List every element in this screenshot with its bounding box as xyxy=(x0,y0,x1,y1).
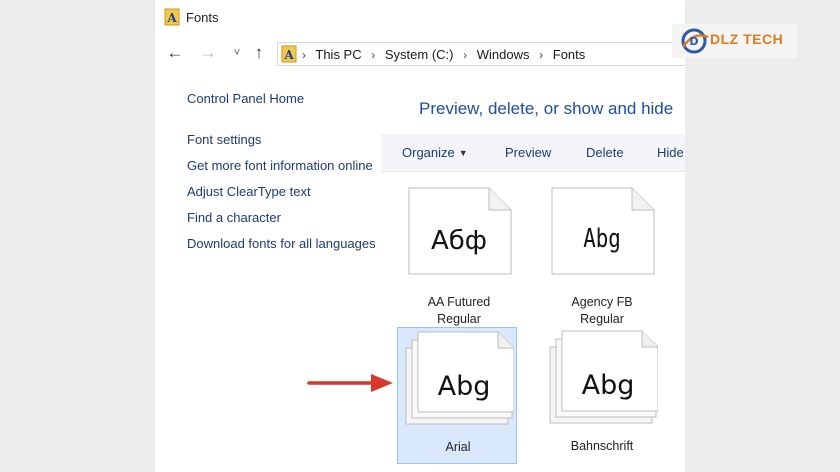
fonts-folder-icon: A xyxy=(281,45,297,63)
fonts-folder-icon: A xyxy=(164,8,180,26)
forward-arrow-icon[interactable]: → xyxy=(197,42,219,64)
control-panel-home-link[interactable]: Control Panel Home xyxy=(187,90,377,107)
breadcrumb-system-c[interactable]: System (C:) xyxy=(385,47,454,62)
font-sample-text: Abg xyxy=(581,370,635,401)
find-character-link[interactable]: Find a character xyxy=(187,209,377,226)
svg-text:A: A xyxy=(283,48,294,62)
font-sample-text: Абф xyxy=(430,226,488,256)
font-item-agency-fb[interactable]: Abg Agency FB Regular xyxy=(542,186,662,326)
window-title: Fonts xyxy=(186,10,219,25)
font-name-label: Agency FB Regular xyxy=(542,294,662,328)
adjust-cleartype-link[interactable]: Adjust ClearType text xyxy=(187,183,377,200)
dlz-tech-logo-icon: D xyxy=(681,28,709,54)
dlz-tech-logo: D DLZ TECH xyxy=(672,24,798,58)
font-settings-link[interactable]: Font settings xyxy=(187,131,377,148)
font-name-line: Arial xyxy=(445,440,471,454)
organize-label: Organize xyxy=(402,145,455,160)
font-sample-text: Abg xyxy=(583,224,621,254)
breadcrumb-windows[interactable]: Windows xyxy=(477,47,530,62)
back-arrow-icon[interactable]: ← xyxy=(164,42,186,64)
font-family-stack-icon: Abg xyxy=(546,327,658,439)
download-fonts-link[interactable]: Download fonts for all languages xyxy=(187,235,377,252)
dlz-tech-logo-text: DLZ TECH xyxy=(710,31,784,47)
font-family-stack-icon: Abg xyxy=(402,328,514,440)
fonts-window: A Fonts ← → ˅ ↑ A › This PC › System (C:… xyxy=(155,0,685,472)
font-name-line: Regular xyxy=(580,312,624,326)
recent-locations-chevron-icon[interactable]: ˅ xyxy=(226,42,248,64)
svg-text:A: A xyxy=(166,11,177,25)
font-item-arial[interactable]: Abg Arial xyxy=(397,327,517,464)
font-item-bahnschrift[interactable]: Abg Bahnschrift xyxy=(542,327,662,465)
font-sample-text: Abg xyxy=(437,371,491,402)
font-name-line: Regular xyxy=(437,312,481,326)
up-arrow-icon[interactable]: ↑ xyxy=(248,42,270,64)
control-panel-sidebar: Control Panel Home Font settings Get mor… xyxy=(187,90,377,261)
font-name-line: Agency FB xyxy=(571,295,633,309)
get-more-font-info-link[interactable]: Get more font information online xyxy=(187,157,377,174)
navigation-bar: ← → ˅ ↑ A › This PC › System (C:) › Wind… xyxy=(155,36,685,72)
breadcrumb: › This PC › System (C:) › Windows › Font… xyxy=(302,47,585,62)
font-name-line: AA Futured xyxy=(427,295,491,309)
font-name-line: Bahnschrift xyxy=(570,439,634,453)
font-name-label: AA Futured Regular xyxy=(399,294,519,328)
svg-text:D: D xyxy=(689,35,698,48)
hide-button[interactable]: Hide xyxy=(657,145,684,160)
page-heading: Preview, delete, or show and hide xyxy=(419,99,674,118)
breadcrumb-separator: › xyxy=(302,48,306,62)
breadcrumb-this-pc[interactable]: This PC xyxy=(315,47,361,62)
preview-button[interactable]: Preview xyxy=(505,145,551,160)
address-bar[interactable]: A › This PC › System (C:) › Windows › Fo… xyxy=(277,42,685,66)
title-bar: A Fonts xyxy=(155,0,685,36)
breadcrumb-separator: › xyxy=(371,48,376,62)
delete-button[interactable]: Delete xyxy=(586,145,624,160)
breadcrumb-separator: › xyxy=(539,48,544,62)
dropdown-caret-icon: ▼ xyxy=(458,148,468,158)
font-file-icon: Abg xyxy=(546,186,658,298)
breadcrumb-separator: › xyxy=(463,48,468,62)
red-pointer-arrow-icon xyxy=(307,374,393,392)
organize-menu-button[interactable]: Organize ▼ xyxy=(402,145,468,160)
font-item-aa-futured[interactable]: Абф AA Futured Regular xyxy=(399,186,519,326)
font-file-icon: Абф xyxy=(403,186,515,298)
font-name-label: Arial xyxy=(398,439,518,456)
breadcrumb-fonts[interactable]: Fonts xyxy=(553,47,586,62)
command-toolbar: Organize ▼ Preview Delete Hide xyxy=(381,134,685,172)
font-name-label: Bahnschrift xyxy=(542,438,662,455)
